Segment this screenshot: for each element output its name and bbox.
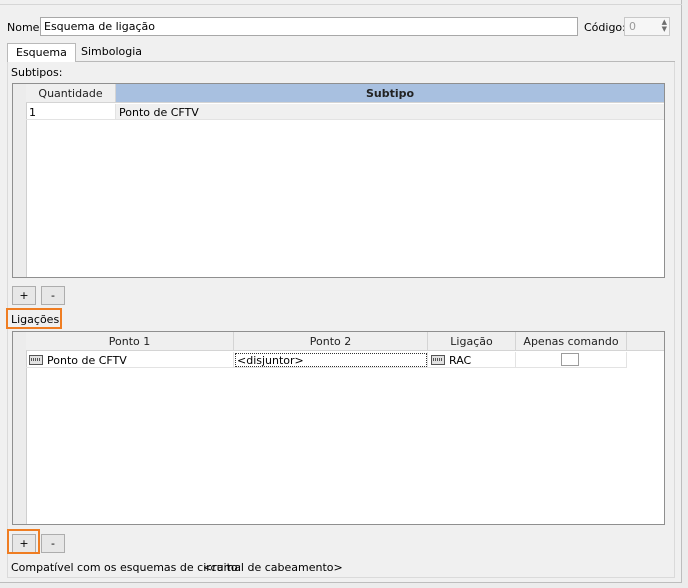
dialog-window: Nome: Esquema de ligação Código: 0 ▲ ▼ Es… — [0, 0, 682, 583]
column-header-ponto1[interactable]: Ponto 1 — [26, 332, 234, 351]
tab-separator — [7, 61, 675, 62]
apenas-comando-checkbox[interactable] — [561, 353, 579, 366]
ligacao-text: RAC — [449, 354, 472, 367]
ponto1-text: Ponto de CFTV — [47, 354, 127, 367]
column-header-filler — [627, 332, 664, 351]
row-header-column — [13, 332, 27, 524]
add-subtype-button[interactable]: + — [12, 286, 36, 305]
column-header-quantidade[interactable]: Quantidade — [26, 84, 116, 103]
connections-label-highlight — [6, 308, 62, 329]
remove-connection-button[interactable]: - — [41, 534, 65, 553]
table-cell-ponto2[interactable]: <disjuntor> — [234, 352, 428, 368]
column-header-apenas-comando[interactable]: Apenas comando — [516, 332, 627, 351]
column-header-ligacao[interactable]: Ligação — [428, 332, 516, 351]
name-label: Nome: — [7, 21, 44, 34]
connections-table[interactable]: Ponto 1 Ponto 2 Ligação Apenas comando P… — [12, 331, 665, 525]
tab-esquema[interactable]: Esquema — [7, 43, 76, 62]
tab-simbologia[interactable]: Simbologia — [73, 43, 150, 60]
column-header-ponto2[interactable]: Ponto 2 — [234, 332, 428, 351]
connector-icon — [29, 355, 43, 365]
table-cell-apenas-comando[interactable] — [516, 352, 627, 368]
add-connection-highlight — [7, 529, 40, 554]
row-header-column — [13, 84, 27, 277]
code-stepper[interactable]: 0 ▲ ▼ — [624, 17, 670, 36]
remove-subtype-button[interactable]: - — [41, 286, 65, 305]
cable-icon — [431, 355, 445, 365]
top-separator — [0, 4, 682, 5]
subtypes-table[interactable]: Quantidade Subtipo 1 Ponto de CFTV — [12, 83, 665, 278]
table-cell-subtipo[interactable]: Ponto de CFTV — [116, 104, 664, 120]
name-input[interactable]: Esquema de ligação — [40, 17, 578, 36]
subtypes-label: Subtipos: — [11, 66, 63, 79]
table-cell-quantidade[interactable]: 1 — [26, 104, 116, 120]
compat-value: <ramal de cabeamento> — [203, 561, 343, 574]
stepper-arrows-icon[interactable]: ▲ ▼ — [662, 19, 667, 33]
table-cell-ponto1[interactable]: Ponto de CFTV — [26, 352, 234, 368]
column-header-subtipo[interactable]: Subtipo — [116, 84, 664, 103]
code-label: Código: — [584, 21, 626, 34]
code-value: 0 — [629, 20, 636, 33]
table-cell-ligacao[interactable]: RAC — [428, 352, 516, 368]
